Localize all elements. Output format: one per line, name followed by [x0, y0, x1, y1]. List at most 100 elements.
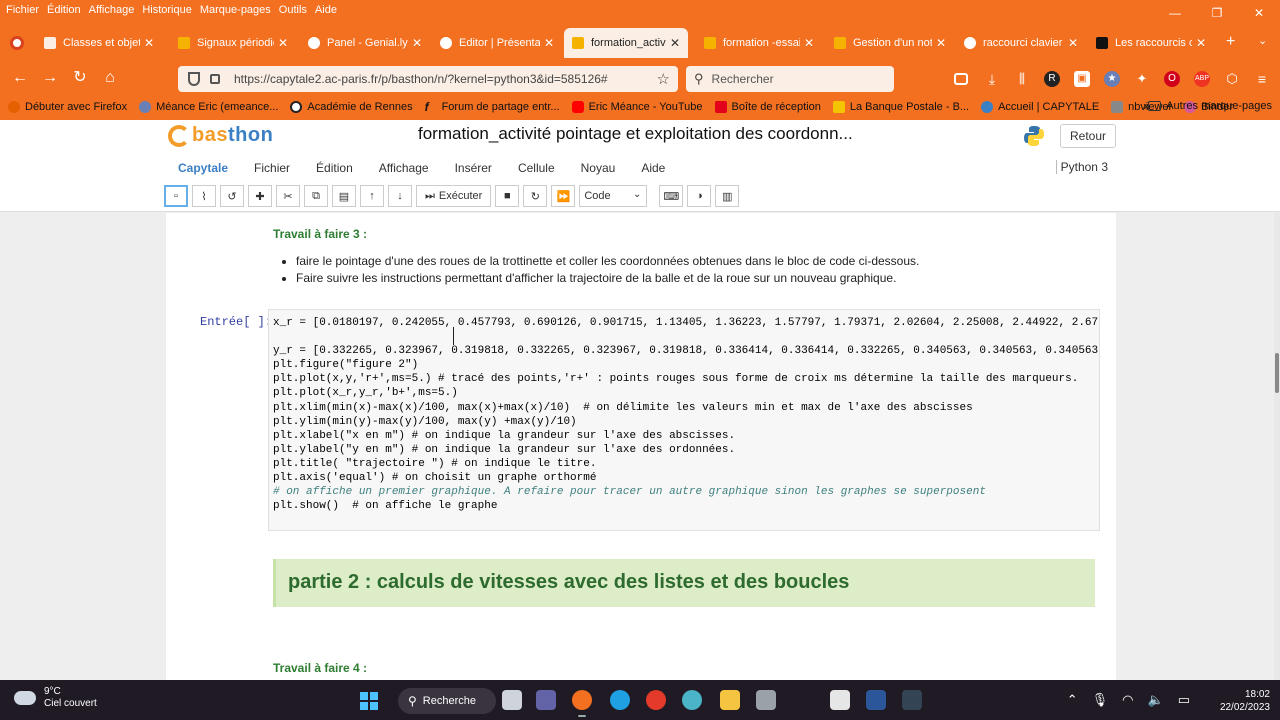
task-view-icon[interactable] [502, 690, 522, 710]
menu-affichage[interactable]: Affichage [89, 4, 135, 16]
app-camera-icon[interactable] [902, 690, 922, 710]
code-line[interactable]: plt.title( "trajectoire ") # on indique … [273, 458, 596, 470]
tab-raccourcis-clavier[interactable]: Les raccourcis clavie ✕ [1088, 28, 1214, 58]
extension-opera-icon[interactable]: O [1164, 71, 1180, 87]
pocket-icon[interactable] [954, 73, 968, 85]
bookmark-forum-partage[interactable]: f Forum de partage entr... [425, 101, 560, 113]
code-line[interactable]: plt.xlabel("x en m") # on indique la gra… [273, 430, 735, 442]
bookmark-academie-rennes[interactable]: Académie de Rennes [290, 101, 413, 113]
menu-historique[interactable]: Historique [142, 4, 192, 16]
tab-editor-presentation[interactable]: Editor | Présentatio ✕ [432, 28, 562, 58]
bookmark-star-icon[interactable]: ☆ [657, 70, 670, 88]
taskbar-search[interactable]: ⚲ Recherche [398, 688, 496, 714]
close-tab-icon[interactable]: ✕ [278, 36, 288, 50]
app-tool-icon[interactable] [756, 690, 776, 710]
chrome-red-icon[interactable] [646, 690, 666, 710]
undo-icon[interactable]: ↺ [220, 185, 244, 207]
tab-genially[interactable]: Panel - Genial.ly ✕ [300, 28, 430, 58]
keyboard-icon[interactable]: ⌨ [659, 185, 684, 207]
extension-star-icon[interactable]: ★ [1104, 71, 1120, 87]
library-icon[interactable]: ⫼ [1014, 71, 1030, 87]
code-line[interactable]: plt.show() # on affiche le graphe [273, 500, 497, 512]
edge-icon[interactable] [610, 690, 630, 710]
download-icon[interactable]: ⤓ [984, 71, 1000, 87]
lock-icon[interactable] [210, 74, 220, 84]
volume-icon[interactable]: 🔈 [1148, 692, 1164, 708]
code-line[interactable]: plt.axis('equal') # on choisit un graphe… [273, 472, 596, 484]
add-cell-icon[interactable]: ✚ [248, 185, 272, 207]
code-cell[interactable]: x_r = [0.0180197, 0.242055, 0.457793, 0.… [268, 309, 1100, 531]
shield-icon[interactable] [188, 72, 200, 86]
close-tab-icon[interactable]: ✕ [544, 36, 554, 50]
url-bar[interactable]: https://capytale2.ac-paris.fr/p/basthon/… [178, 66, 678, 92]
restore-icon[interactable]: ❐ [1196, 0, 1238, 26]
bookmark-banque-postale[interactable]: La Banque Postale - B... [832, 101, 969, 113]
capytale-brand[interactable]: Capytale [178, 161, 228, 175]
battery-icon[interactable]: ▭ [1178, 692, 1190, 708]
page-scrollbar[interactable] [1274, 213, 1280, 680]
nb-menu-affichage[interactable]: Affichage [379, 161, 429, 175]
home-icon[interactable]: ⌂ [100, 68, 120, 88]
nb-menu-inserer[interactable]: Insérer [455, 161, 492, 175]
adblock-icon[interactable]: ABP [1194, 71, 1210, 87]
cell-type-select[interactable]: Code ⌄ [579, 185, 648, 207]
close-tab-icon[interactable]: ✕ [1068, 36, 1078, 50]
paste-icon[interactable]: ▤ [332, 185, 356, 207]
bookmark-debuter-firefox[interactable]: Débuter avec Firefox [8, 101, 127, 113]
code-line[interactable]: plt.figure("figure 2") [273, 359, 418, 371]
search-input[interactable]: ⚲ Rechercher [686, 66, 894, 92]
run-button[interactable]: ⏭ Exécuter [416, 185, 492, 207]
close-tab-icon[interactable]: ✕ [412, 36, 422, 50]
close-tab-icon[interactable]: ✕ [804, 36, 814, 50]
menu-outils[interactable]: Outils [279, 4, 307, 16]
restart-run-all-icon[interactable]: ⏩ [551, 185, 576, 207]
nb-menu-aide[interactable]: Aide [641, 161, 665, 175]
bookmark-boite-reception[interactable]: Boîte de réception [714, 101, 821, 113]
url-text[interactable]: https://capytale2.ac-paris.fr/p/basthon/… [234, 72, 608, 86]
notebook-title[interactable]: formation_activité pointage et exploitat… [418, 124, 853, 144]
nb-menu-cellule[interactable]: Cellule [518, 161, 555, 175]
nb-menu-fichier[interactable]: Fichier [254, 161, 290, 175]
code-line[interactable]: plt.plot(x,y,'r+',ms=5.) # tracé des poi… [273, 373, 1078, 385]
taskbar-clock[interactable]: 18:02 22/02/2023 [1220, 688, 1270, 714]
forward-icon[interactable]: → [40, 68, 60, 88]
firefox-view-icon[interactable] [10, 36, 24, 50]
bookmark-youtube[interactable]: Eric Méance - YouTube [571, 101, 703, 113]
code-line[interactable]: x_r = [0.0180197, 0.242055, 0.457793, 0.… [273, 317, 1099, 329]
scrollbar-thumb[interactable] [1275, 353, 1279, 393]
code-line[interactable]: plt.plot(x_r,y_r,'b+',ms=5.) [273, 387, 458, 399]
attach-icon[interactable]: ⌇ [192, 185, 216, 207]
close-tab-icon[interactable]: ✕ [670, 36, 680, 50]
retour-button[interactable]: Retour [1060, 124, 1116, 148]
extension-puzzle-icon[interactable]: ✦ [1134, 71, 1150, 87]
code-editor[interactable]: x_r = [0.0180197, 0.242055, 0.457793, 0.… [273, 316, 1099, 513]
app-globe-icon[interactable] [682, 690, 702, 710]
cut-icon[interactable]: ✂ [276, 185, 300, 207]
word-icon[interactable] [866, 690, 886, 710]
nb-menu-noyau[interactable]: Noyau [581, 161, 616, 175]
save-icon[interactable]: ▫ [164, 185, 188, 207]
hamburger-menu-icon[interactable]: ≡ [1254, 71, 1270, 87]
weather-widget[interactable]: 9°C Ciel couvert [10, 686, 97, 710]
close-tab-icon[interactable]: ✕ [144, 36, 154, 50]
menu-marque-pages[interactable]: Marque-pages [200, 4, 271, 16]
teams-icon[interactable] [536, 690, 556, 710]
tab-signaux-periodiques[interactable]: Signaux périodique ✕ [170, 28, 296, 58]
extensions-icon[interactable]: ⬡ [1224, 71, 1240, 87]
stop-icon[interactable]: ■ [495, 185, 520, 207]
tab-classes-objets[interactable]: Classes et objets — Co ✕ [36, 28, 162, 58]
menu-aide[interactable]: Aide [315, 4, 337, 16]
move-down-icon[interactable]: ↓ [388, 185, 412, 207]
menu-fichier[interactable]: Fichier [6, 4, 39, 16]
nb-menu-edition[interactable]: Édition [316, 161, 353, 175]
code-line[interactable]: plt.ylim(min(y)-max(y)/100, max(y) +max(… [273, 416, 577, 428]
tab-raccourci-clavier[interactable]: raccourci clavier ex ✕ [956, 28, 1086, 58]
extension-screen-icon[interactable]: ▣ [1074, 71, 1090, 87]
bookmark-capytale[interactable]: Accueil | CAPYTALE [981, 101, 1099, 113]
microphone-icon[interactable]: 🎙 [1092, 692, 1109, 708]
restart-icon[interactable]: ↻ [523, 185, 548, 207]
windows-start-icon[interactable] [360, 692, 378, 710]
extension-r-icon[interactable]: R [1044, 71, 1060, 87]
wifi-icon[interactable]: ◠ [1122, 692, 1133, 708]
code-line[interactable]: # on affiche un premier graphique. A ref… [273, 486, 986, 498]
